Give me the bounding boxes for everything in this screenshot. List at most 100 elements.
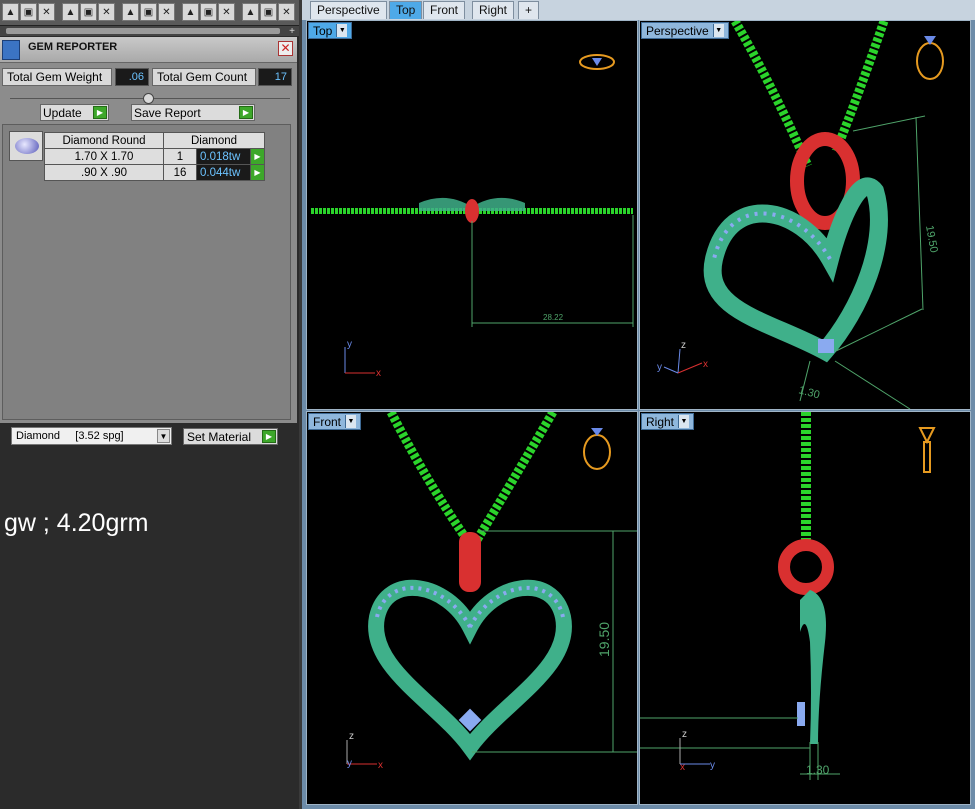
toolbar-group-1: ▲ ▣ ✕ <box>2 3 55 23</box>
material-select-value: Diamond [3.52 spg] <box>16 430 124 442</box>
gem-table: Diamond Round Diamond 1.70 X 1.70 1 0.01… <box>44 132 265 181</box>
viewport-perspective[interactable]: 19.50 1.30 z x y Perspective ▼ <box>639 20 971 410</box>
chevron-down-icon[interactable]: ▼ <box>678 415 690 428</box>
close-icon[interactable]: ✕ <box>158 3 175 21</box>
save-report-button-label: Save Report <box>134 105 201 120</box>
play-icon: ▶ <box>262 430 276 443</box>
save-icon[interactable]: ▣ <box>200 3 217 21</box>
tool-icon[interactable]: ▲ <box>242 3 259 21</box>
total-gem-count-label: Total Gem Count <box>152 68 256 86</box>
bail <box>778 539 834 595</box>
ring-orientation-icon <box>916 42 944 80</box>
y-axis-label: y <box>347 339 352 350</box>
chevron-down-icon[interactable]: ▼ <box>345 415 357 428</box>
ring-orientation-icon <box>918 427 936 445</box>
tab-top[interactable]: Top <box>389 1 423 19</box>
gem-count: 1 <box>163 148 197 165</box>
total-gem-weight-value: .06 <box>115 68 149 86</box>
viewport-label-perspective[interactable]: Perspective ▼ <box>641 22 729 39</box>
gem-weight: 0.018tw <box>196 148 251 165</box>
close-icon[interactable]: ✕ <box>218 3 235 21</box>
front-view-canvas: 19.50 z y x <box>346 412 637 771</box>
column-header-material: Diamond <box>163 132 265 149</box>
set-material-label: Set Material <box>187 430 252 444</box>
center-stone <box>818 339 834 353</box>
viewport-label-text: Right <box>646 414 675 429</box>
add-tab-button[interactable]: + <box>518 1 540 19</box>
material-select[interactable]: Diamond [3.52 spg] ▼ <box>11 427 172 445</box>
toolbar: ▲ ▣ ✕ ▲ ▣ ✕ ▲ ▣ ✕ ▲ ▣ ✕ ▲ ▣ ✕ <box>0 0 299 26</box>
bail <box>459 532 481 592</box>
gem-list: Diamond Round Diamond 1.70 X 1.70 1 0.01… <box>2 124 291 420</box>
z-axis-label: z <box>682 729 687 740</box>
viewport-label-front[interactable]: Front ▼ <box>308 413 362 430</box>
chain <box>473 412 557 543</box>
view-tabs: Perspective Top Front Right + <box>302 0 975 20</box>
set-material-button[interactable]: Set Material ▶ <box>183 428 278 445</box>
material-row: Diamond [3.52 spg] ▼ Set Material ▶ <box>0 427 297 449</box>
tool-icon[interactable]: ▲ <box>62 3 79 21</box>
save-icon[interactable]: ▣ <box>140 3 157 21</box>
dimension-line <box>915 116 924 311</box>
panel-splitter[interactable] <box>10 93 290 104</box>
chevron-down-icon[interactable]: ▼ <box>336 24 348 37</box>
close-icon[interactable]: ✕ <box>278 3 295 21</box>
gem-weight: 0.044tw <box>196 164 251 181</box>
select-gem-button[interactable]: ▶ <box>250 164 265 181</box>
viewport-label-right[interactable]: Right ▼ <box>641 413 695 430</box>
x-axis-label: x <box>703 359 708 370</box>
close-icon[interactable]: ✕ <box>38 3 55 21</box>
select-gem-button[interactable]: ▶ <box>250 148 265 165</box>
viewport-label-text: Front <box>313 414 342 429</box>
top-view-canvas: 28.22 y x <box>311 54 634 379</box>
tool-icon[interactable]: ▲ <box>182 3 199 21</box>
gem-count: 16 <box>163 164 197 181</box>
perspective-view-canvas: 19.50 1.30 z x y <box>657 21 944 409</box>
table-row: 1.70 X 1.70 1 0.018tw ▶ <box>44 148 265 165</box>
viewport-label-top[interactable]: Top ▼ <box>308 22 353 39</box>
chain <box>731 21 813 168</box>
tab-right[interactable]: Right <box>472 1 515 19</box>
horizontal-scrollbar[interactable]: + <box>0 26 299 37</box>
dimension-label: 1.30 <box>806 763 830 777</box>
total-gem-count-value: 17 <box>258 68 292 86</box>
gem-reporter-panel: GEM REPORTER ✕ Total Gem Weight .06 Tota… <box>0 37 297 423</box>
viewport-top[interactable]: 28.22 y x Top ▼ <box>306 20 638 410</box>
close-icon[interactable]: ✕ <box>278 41 293 56</box>
save-report-button[interactable]: Save Report ▶ <box>131 104 255 121</box>
bail <box>465 199 479 223</box>
gem-size: 1.70 X 1.70 <box>44 148 164 165</box>
pendant <box>703 177 888 363</box>
viewport-front[interactable]: 19.50 z y x Front ▼ <box>306 411 638 805</box>
ring-orientation-icon <box>592 58 602 66</box>
tab-front[interactable]: Front <box>423 1 466 19</box>
weight-note: gw ; 4.20grm <box>4 509 149 537</box>
update-button[interactable]: Update ▶ <box>40 104 109 121</box>
save-icon[interactable]: ▣ <box>260 3 277 21</box>
panel-titlebar: GEM REPORTER ✕ <box>0 37 297 63</box>
tool-icon[interactable]: ▲ <box>122 3 139 21</box>
toolbar-group-2: ▲ ▣ ✕ <box>62 3 115 23</box>
plus-icon[interactable]: + <box>289 26 295 37</box>
chevron-down-icon: ▼ <box>157 429 170 443</box>
viewport-label-text: Top <box>313 23 333 38</box>
close-icon[interactable]: ✕ <box>98 3 115 21</box>
save-icon[interactable]: ▣ <box>80 3 97 21</box>
diamond-icon <box>15 138 39 154</box>
viewport-label-text: Perspective <box>646 23 709 38</box>
tool-icon[interactable]: ▲ <box>2 3 19 21</box>
scrollbar-thumb[interactable] <box>6 28 280 34</box>
chevron-down-icon[interactable]: ▼ <box>712 24 724 37</box>
z-axis <box>677 348 681 374</box>
update-button-label: Update <box>43 105 82 120</box>
y-axis-label: y <box>347 758 352 769</box>
tab-perspective[interactable]: Perspective <box>310 1 387 19</box>
z-axis-label: z <box>681 340 686 351</box>
z-axis-label: z <box>349 731 354 742</box>
gem-reporter-logo-icon <box>2 40 20 60</box>
save-icon[interactable]: ▣ <box>20 3 37 21</box>
toolbar-group-3: ▲ ▣ ✕ <box>122 3 175 23</box>
gem-size: .90 X .90 <box>44 164 164 181</box>
viewport-right[interactable]: 1.30 z x y Right ▼ <box>639 411 971 805</box>
splitter-knob[interactable] <box>143 93 154 104</box>
